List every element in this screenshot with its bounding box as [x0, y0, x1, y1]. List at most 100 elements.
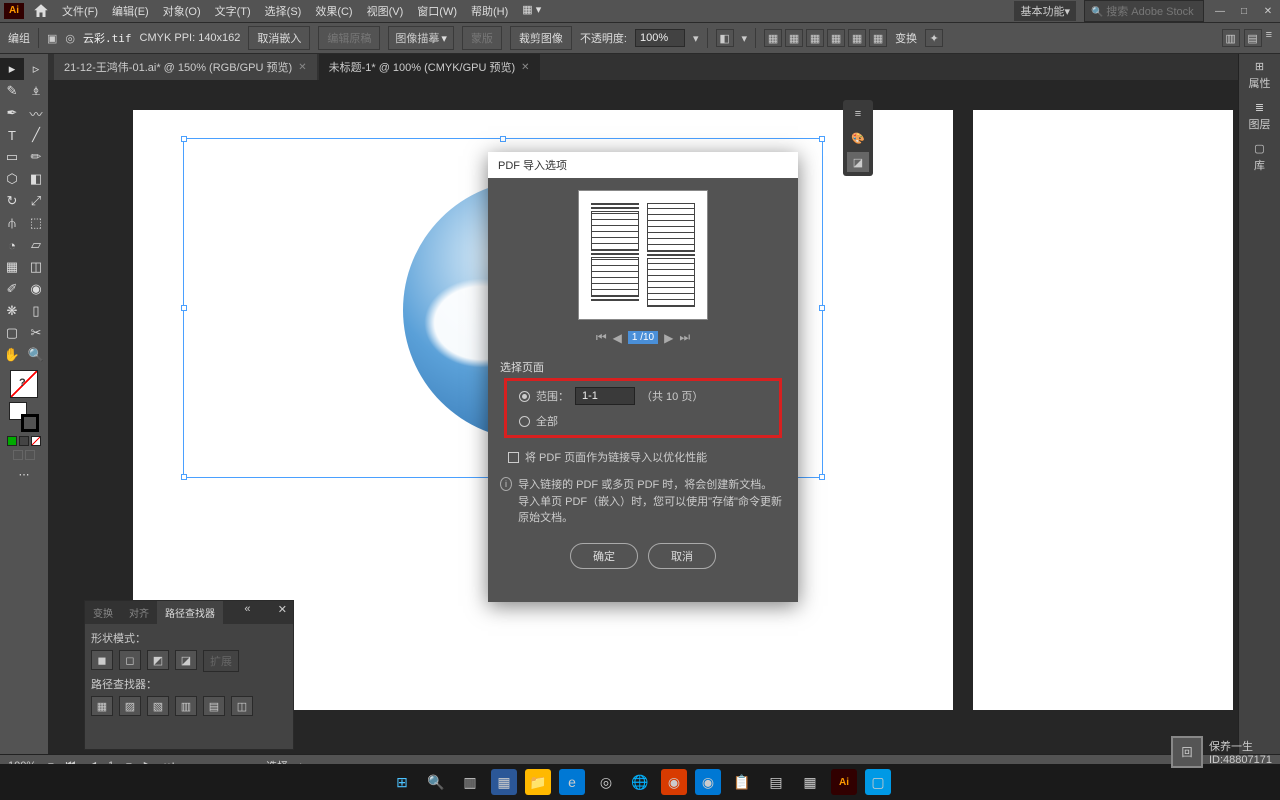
- document-tab-2[interactable]: 未标题-1* @ 100% (CMYK/GPU 预览)✕: [319, 54, 540, 80]
- minus-front-button[interactable]: ◻: [119, 650, 141, 670]
- explorer-icon[interactable]: 📁: [525, 769, 551, 795]
- cancel-embed-button[interactable]: 取消嵌入: [248, 26, 310, 50]
- selection-tool[interactable]: ▸: [0, 58, 24, 80]
- app-icon-4[interactable]: 📋: [729, 769, 755, 795]
- outline-button[interactable]: ▤: [203, 696, 225, 716]
- close-tab-icon[interactable]: ✕: [521, 62, 529, 73]
- pen-tool[interactable]: ✒: [0, 102, 24, 124]
- swatches-panel-icon[interactable]: ◪: [847, 152, 869, 172]
- widgets-icon[interactable]: ▦: [491, 769, 517, 795]
- app-icon-2[interactable]: ◉: [661, 769, 687, 795]
- home-icon[interactable]: [32, 2, 50, 20]
- ai-task-icon[interactable]: Ai: [831, 769, 857, 795]
- edge-icon[interactable]: e: [559, 769, 585, 795]
- panel-close-icon[interactable]: ✕: [272, 601, 293, 624]
- width-tool[interactable]: ⫛: [0, 212, 24, 234]
- zoom-tool[interactable]: 🔍: [24, 344, 48, 366]
- start-icon[interactable]: ⊞: [389, 769, 415, 795]
- align-icon-4[interactable]: ▦: [827, 29, 845, 47]
- align-icon-1[interactable]: ▦: [764, 29, 782, 47]
- panel-icon-1[interactable]: ▥: [1222, 29, 1240, 47]
- divide-button[interactable]: ▦: [91, 696, 113, 716]
- align-icon-5[interactable]: ▦: [848, 29, 866, 47]
- app-icon-7[interactable]: ▢: [865, 769, 891, 795]
- document-tab-1[interactable]: 21-12-王鸿伟-01.ai* @ 150% (RGB/GPU 预览)✕: [54, 54, 317, 80]
- target-icon-2[interactable]: ◎: [65, 32, 75, 45]
- blend-tool[interactable]: ◉: [24, 278, 48, 300]
- style-icon[interactable]: ◧: [716, 29, 734, 47]
- curvature-tool[interactable]: 〰: [24, 102, 48, 124]
- opacity-input[interactable]: [635, 29, 685, 47]
- eraser-tool[interactable]: ◧: [24, 168, 48, 190]
- menu-help[interactable]: 帮助(H): [471, 3, 508, 19]
- menu-effect[interactable]: 效果(C): [315, 3, 352, 19]
- type-tool[interactable]: T: [0, 124, 24, 146]
- shape-builder-tool[interactable]: ◔: [0, 234, 24, 256]
- crop-button[interactable]: 裁剪图像: [510, 26, 572, 50]
- gradient-tool[interactable]: ◫: [24, 256, 48, 278]
- opacity-chevron[interactable]: ▾: [693, 32, 699, 45]
- exclude-button[interactable]: ◪: [175, 650, 197, 670]
- align-tab[interactable]: 对齐: [121, 601, 157, 624]
- page-indicator[interactable]: 1 /10: [628, 331, 658, 344]
- align-icon-6[interactable]: ▦: [869, 29, 887, 47]
- cancel-button[interactable]: 取消: [648, 543, 716, 569]
- free-transform-tool[interactable]: ⬚: [24, 212, 48, 234]
- panel-collapse-icon[interactable]: «: [238, 601, 256, 624]
- all-radio[interactable]: [519, 416, 530, 427]
- symbol-tool[interactable]: ❋: [0, 300, 24, 322]
- align-icon-2[interactable]: ▦: [785, 29, 803, 47]
- transform-icon[interactable]: ✦: [925, 29, 943, 47]
- link-checkbox[interactable]: [508, 452, 519, 463]
- menu-type[interactable]: 文字(T): [215, 3, 251, 19]
- app-icon-5[interactable]: ▤: [763, 769, 789, 795]
- screen-mode-row[interactable]: [13, 450, 35, 460]
- menu-view[interactable]: 视图(V): [367, 3, 404, 19]
- window-maximize[interactable]: □: [1236, 3, 1252, 19]
- lasso-tool[interactable]: ⍎: [24, 80, 48, 102]
- line-tool[interactable]: ╱: [24, 124, 48, 146]
- intersect-button[interactable]: ◩: [147, 650, 169, 670]
- rectangle-tool[interactable]: ▭: [0, 146, 24, 168]
- graph-tool[interactable]: ▯: [24, 300, 48, 322]
- libraries-panel[interactable]: ▢库: [1254, 142, 1265, 173]
- rotate-tool[interactable]: ↻: [0, 190, 24, 212]
- transform-link[interactable]: 变换: [895, 30, 917, 46]
- fill-stroke-swatch[interactable]: [9, 402, 39, 432]
- scale-tool[interactable]: ⤢: [24, 190, 48, 212]
- brush-tool[interactable]: ✏: [24, 146, 48, 168]
- hand-tool[interactable]: ✋: [0, 344, 24, 366]
- artboard-tool[interactable]: ▢: [0, 322, 24, 344]
- trim-button[interactable]: ▨: [119, 696, 141, 716]
- color-mode-row[interactable]: [7, 436, 41, 446]
- merge-button[interactable]: ▧: [147, 696, 169, 716]
- range-radio[interactable]: [519, 391, 530, 402]
- main-menu[interactable]: 文件(F) 编辑(E) 对象(O) 文字(T) 选择(S) 效果(C) 视图(V…: [62, 3, 541, 19]
- menu-window[interactable]: 窗口(W): [417, 3, 457, 19]
- crop-pf-button[interactable]: ▥: [175, 696, 197, 716]
- ok-button[interactable]: 确定: [570, 543, 638, 569]
- minus-back-button[interactable]: ◫: [231, 696, 253, 716]
- menu-edit[interactable]: 编辑(E): [112, 3, 149, 19]
- menu-file[interactable]: 文件(F): [62, 3, 98, 19]
- magic-wand-tool[interactable]: ✎: [0, 80, 24, 102]
- mesh-tool[interactable]: ▦: [0, 256, 24, 278]
- workspace-switcher[interactable]: 基本功能 ▾: [1014, 1, 1076, 21]
- align-icon-3[interactable]: ▦: [806, 29, 824, 47]
- image-trace-dropdown[interactable]: 图像描摹 ▾: [388, 26, 454, 50]
- chrome-icon[interactable]: 🌐: [627, 769, 653, 795]
- eyedropper-tool[interactable]: ✐: [0, 278, 24, 300]
- slice-tool[interactable]: ✂: [24, 322, 48, 344]
- taskview-icon[interactable]: ▥: [457, 769, 483, 795]
- search-task-icon[interactable]: 🔍: [423, 769, 449, 795]
- direct-selection-tool[interactable]: ▹: [24, 58, 48, 80]
- transform-tab[interactable]: 变换: [85, 601, 121, 624]
- search-input[interactable]: 🔍 搜索 Adobe Stock: [1084, 0, 1204, 22]
- default-fill-stroke[interactable]: ?: [10, 370, 38, 398]
- close-tab-icon[interactable]: ✕: [298, 62, 306, 73]
- panel-menu[interactable]: ≡: [1266, 29, 1272, 47]
- unite-button[interactable]: ◼: [91, 650, 113, 670]
- properties-panel[interactable]: ⊞属性: [1249, 60, 1271, 91]
- perspective-tool[interactable]: ▱: [24, 234, 48, 256]
- doc-ctrl-menu[interactable]: ≡: [847, 104, 869, 124]
